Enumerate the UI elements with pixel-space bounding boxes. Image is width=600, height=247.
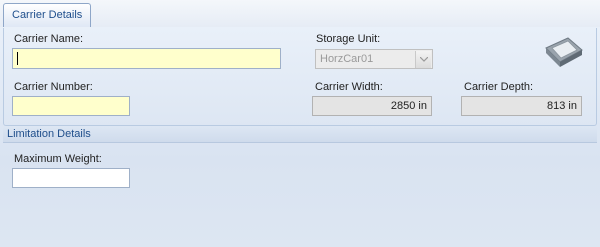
tab-strip: Carrier Details (0, 0, 600, 28)
carrier-number-input[interactable] (12, 96, 130, 116)
carrier-name-input[interactable] (12, 48, 281, 69)
storage-unit-dropdown[interactable]: HorzCar01 (315, 49, 433, 69)
maximum-weight-input[interactable] (12, 168, 130, 188)
carrier-width-field: 2850 in (312, 96, 432, 116)
carrier-number-label: Carrier Number: (14, 81, 93, 93)
limitation-details-header: Limitation Details (3, 127, 597, 143)
tab-carrier-details[interactable]: Carrier Details (3, 3, 92, 27)
carrier-name-label: Carrier Name: (14, 33, 84, 45)
carrier-depth-label: Carrier Depth: (464, 81, 534, 93)
text-caret (17, 52, 18, 65)
dropdown-button[interactable] (415, 51, 431, 68)
carrier-depth-field: 813 in (461, 96, 582, 116)
chevron-down-icon (420, 57, 428, 62)
maximum-weight-label: Maximum Weight: (14, 153, 102, 165)
carrier-tray-icon (542, 34, 586, 70)
carrier-width-label: Carrier Width: (315, 81, 383, 93)
storage-unit-label: Storage Unit: (316, 33, 381, 45)
storage-unit-value: HorzCar01 (320, 53, 374, 65)
